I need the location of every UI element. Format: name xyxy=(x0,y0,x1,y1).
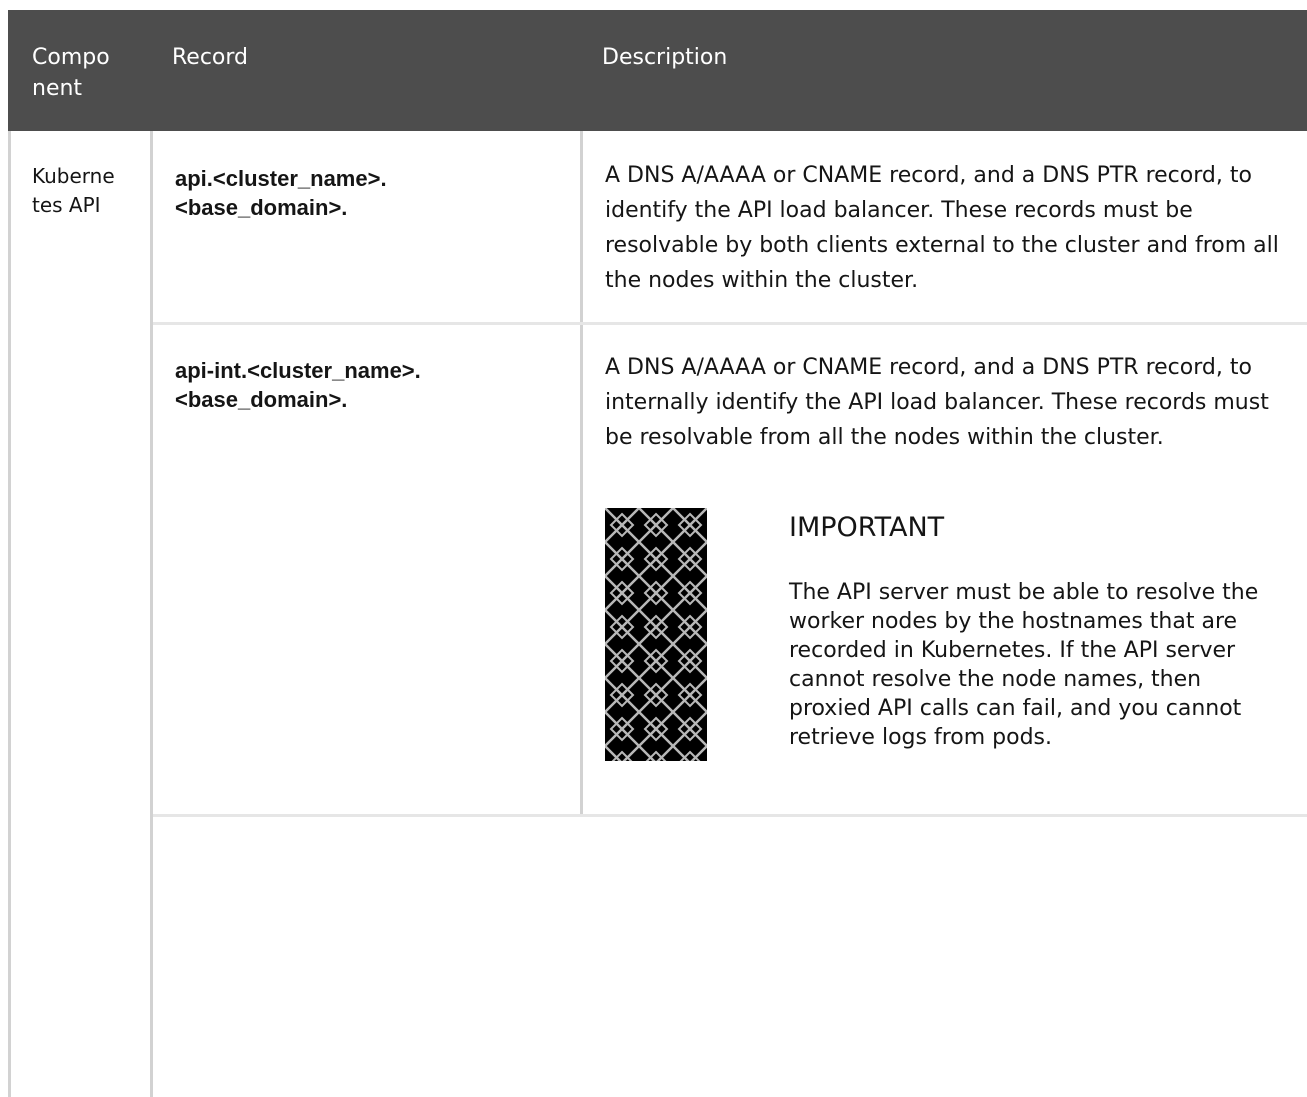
header-record: Record xyxy=(172,45,249,70)
column-divider-record-row2 xyxy=(580,325,583,815)
row-divider-2 xyxy=(153,814,1307,817)
header-component: Compo nent xyxy=(32,42,132,104)
column-divider-record-row1 xyxy=(580,131,583,323)
header-description: Description xyxy=(602,45,728,70)
component-cell: Kuberne tes API xyxy=(32,164,115,217)
important-pattern-icon xyxy=(605,508,707,761)
description-api: A DNS A/AAAA or CNAME record, and a DNS … xyxy=(605,163,1279,293)
record-api-int-line2: <base_domain>. xyxy=(175,387,348,412)
header-component-label: Compo nent xyxy=(32,45,110,101)
record-api: api.<cluster_name>. <base_domain>. xyxy=(175,164,387,222)
description-api-int: A DNS A/AAAA or CNAME record, and a DNS … xyxy=(605,355,1269,450)
document-page: Compo nent Record Description Kuberne te… xyxy=(0,0,1307,1097)
record-api-line2: <base_domain>. xyxy=(175,195,348,220)
important-body: The API server must be able to resolve t… xyxy=(789,580,1259,750)
record-api-line1: api.<cluster_name>. xyxy=(175,166,387,191)
important-title: IMPORTANT xyxy=(789,512,945,543)
table-header: Compo nent Record Description xyxy=(8,10,1307,131)
record-api-int-line1: api-int.<cluster_name>. xyxy=(175,358,421,383)
column-divider-component xyxy=(150,131,153,1097)
row-divider-1 xyxy=(153,322,1307,325)
record-api-int: api-int.<cluster_name>. <base_domain>. xyxy=(175,356,421,414)
column-divider-left xyxy=(8,131,11,1097)
